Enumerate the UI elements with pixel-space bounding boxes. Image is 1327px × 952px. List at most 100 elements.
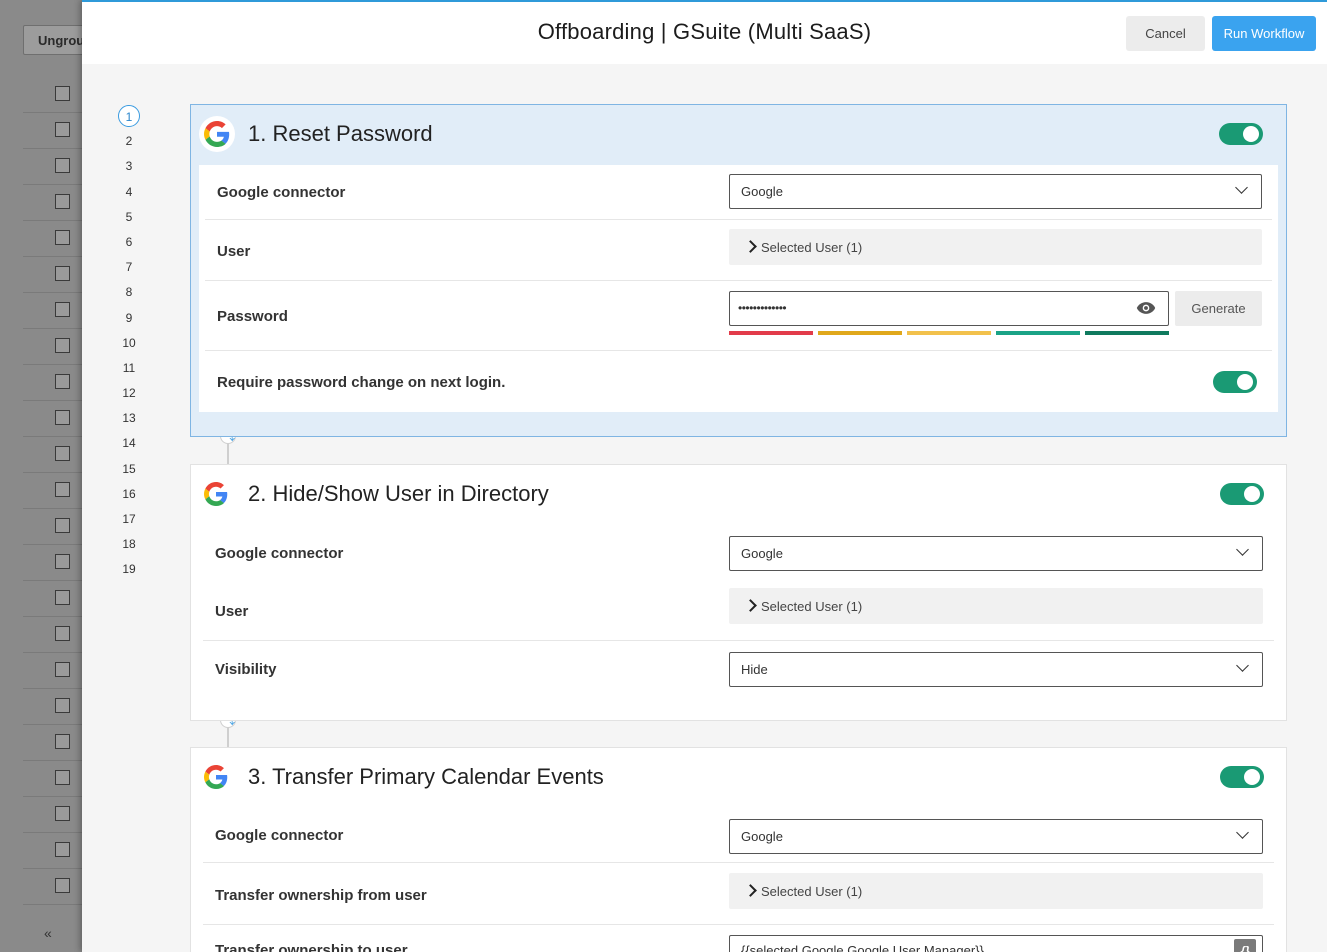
background-checkbox [55, 410, 70, 425]
background-checkbox [55, 662, 70, 677]
from-user-label: Transfer ownership from user [215, 887, 427, 904]
card-header: 3. Transfer Primary Calendar Events [191, 748, 1286, 808]
card-body: Google connector Google User Selected Us… [197, 525, 1280, 711]
step-number-16[interactable]: 16 [118, 483, 140, 505]
background-checkbox [55, 626, 70, 641]
step-number-11[interactable]: 11 [118, 357, 140, 379]
chevron-down-icon [1236, 659, 1250, 675]
connector-select-value: Google [741, 829, 783, 844]
connector-label: Google connector [215, 545, 344, 562]
step-number-12[interactable]: 12 [118, 382, 140, 404]
step-number-14[interactable]: 14 [118, 432, 140, 454]
step-number-18[interactable]: 18 [118, 533, 140, 555]
to-user-input[interactable]: {{selected.Google.Google User Manager}} … [729, 935, 1263, 952]
to-user-value: {{selected.Google.Google User Manager}} [741, 943, 984, 952]
background-checkbox [55, 590, 70, 605]
modal-top-accent [82, 0, 1327, 2]
user-label: User [215, 603, 249, 620]
background-checkbox [55, 770, 70, 785]
card-body: Google connector Google User Selected Us… [199, 165, 1278, 412]
to-user-row: Transfer ownership to user {{selected.Go… [203, 925, 1274, 952]
selected-user-text: Selected User (1) [761, 240, 863, 255]
background-checkbox [55, 482, 70, 497]
background-checkbox [55, 554, 70, 569]
connector-select-value: Google [741, 546, 783, 561]
step-enabled-toggle[interactable] [1220, 483, 1264, 505]
step-number-9[interactable]: 9 [118, 307, 140, 329]
google-icon [204, 121, 230, 147]
visibility-label: Visibility [215, 661, 277, 678]
step-number-8[interactable]: 8 [118, 281, 140, 303]
to-user-label: Transfer ownership to user [215, 942, 408, 952]
require-change-label: Require password change on next login. [217, 374, 506, 391]
step-card-reset-password[interactable]: 1. Reset Password Google connector Googl… [190, 104, 1287, 437]
connector-label: Google connector [217, 184, 346, 201]
background-checkbox [55, 338, 70, 353]
step-number-10[interactable]: 10 [118, 332, 140, 354]
step-card-hide-show-user[interactable]: 2. Hide/Show User in Directory Google co… [190, 464, 1287, 721]
background-checkbox [55, 86, 70, 101]
user-row: User Selected User (1) [205, 220, 1272, 281]
connector-row: Google connector Google [203, 808, 1274, 863]
background-checkbox [55, 122, 70, 137]
step-card-transfer-calendar[interactable]: 3. Transfer Primary Calendar Events Goog… [190, 747, 1287, 952]
step-number-17[interactable]: 17 [118, 508, 140, 530]
cancel-button[interactable]: Cancel [1126, 16, 1205, 51]
selected-user-text: Selected User (1) [761, 884, 863, 899]
card-header: 1. Reset Password [191, 105, 1286, 165]
connector-select-value: Google [741, 184, 783, 199]
run-workflow-button[interactable]: Run Workflow [1212, 16, 1316, 51]
step-number-13[interactable]: 13 [118, 407, 140, 429]
background-checkbox [55, 266, 70, 281]
connector-select[interactable]: Google [729, 536, 1263, 571]
card-header: 2. Hide/Show User in Directory [191, 465, 1286, 525]
background-checkbox [55, 518, 70, 533]
strength-segment-1 [729, 331, 813, 335]
selected-user-collapse[interactable]: Selected User (1) [729, 873, 1263, 909]
background-checkbox [55, 230, 70, 245]
background-checkbox [55, 194, 70, 209]
connector-select[interactable]: Google [729, 174, 1262, 209]
step-number-15[interactable]: 15 [118, 458, 140, 480]
background-checkbox [55, 842, 70, 857]
strength-segment-2 [818, 331, 902, 335]
step-number-3[interactable]: 3 [118, 155, 140, 177]
step-number-4[interactable]: 4 [118, 181, 140, 203]
require-change-toggle[interactable] [1213, 371, 1257, 393]
card-title: 1. Reset Password [248, 121, 433, 146]
step-number-5[interactable]: 5 [118, 206, 140, 228]
step-enabled-toggle[interactable] [1220, 766, 1264, 788]
password-strength-meter [729, 331, 1170, 335]
selected-user-collapse[interactable]: Selected User (1) [729, 588, 1263, 624]
step-index: 1 2 3 4 5 6 7 8 9 10 11 12 13 14 15 16 1… [118, 105, 142, 584]
chevron-right-icon [744, 240, 757, 253]
selected-user-collapse[interactable]: Selected User (1) [729, 229, 1262, 265]
step-enabled-toggle[interactable] [1219, 123, 1263, 145]
password-input[interactable]: ••••••••••••• [729, 291, 1169, 326]
step-number-19[interactable]: 19 [118, 558, 140, 580]
step-number-6[interactable]: 6 [118, 231, 140, 253]
eye-icon[interactable] [1136, 300, 1156, 316]
background-checkbox [55, 158, 70, 173]
collapse-sidebar-icon: « [44, 925, 52, 941]
background-app: Ungrou « [0, 0, 93, 952]
selected-user-text: Selected User (1) [761, 599, 863, 614]
step-number-2[interactable]: 2 [118, 130, 140, 152]
card-body: Google connector Google Transfer ownersh… [197, 808, 1280, 952]
connector-label: Google connector [215, 827, 344, 844]
user-label: User [217, 243, 251, 260]
from-user-row: Transfer ownership from user Selected Us… [203, 863, 1274, 925]
step-number-1[interactable]: 1 [118, 105, 140, 127]
password-value: ••••••••••••• [738, 301, 787, 315]
connector-row: Google connector Google [205, 165, 1272, 220]
card-title: 2. Hide/Show User in Directory [248, 481, 549, 506]
generate-password-button[interactable]: Generate [1175, 291, 1262, 326]
visibility-select-value: Hide [741, 662, 768, 677]
visibility-select[interactable]: Hide [729, 652, 1263, 687]
step-number-7[interactable]: 7 [118, 256, 140, 278]
variable-picker-icon[interactable]: {} [1234, 939, 1256, 952]
require-change-row: Require password change on next login. [205, 351, 1272, 412]
chevron-down-icon [1236, 543, 1250, 559]
background-checkbox [55, 698, 70, 713]
connector-select[interactable]: Google [729, 819, 1263, 854]
